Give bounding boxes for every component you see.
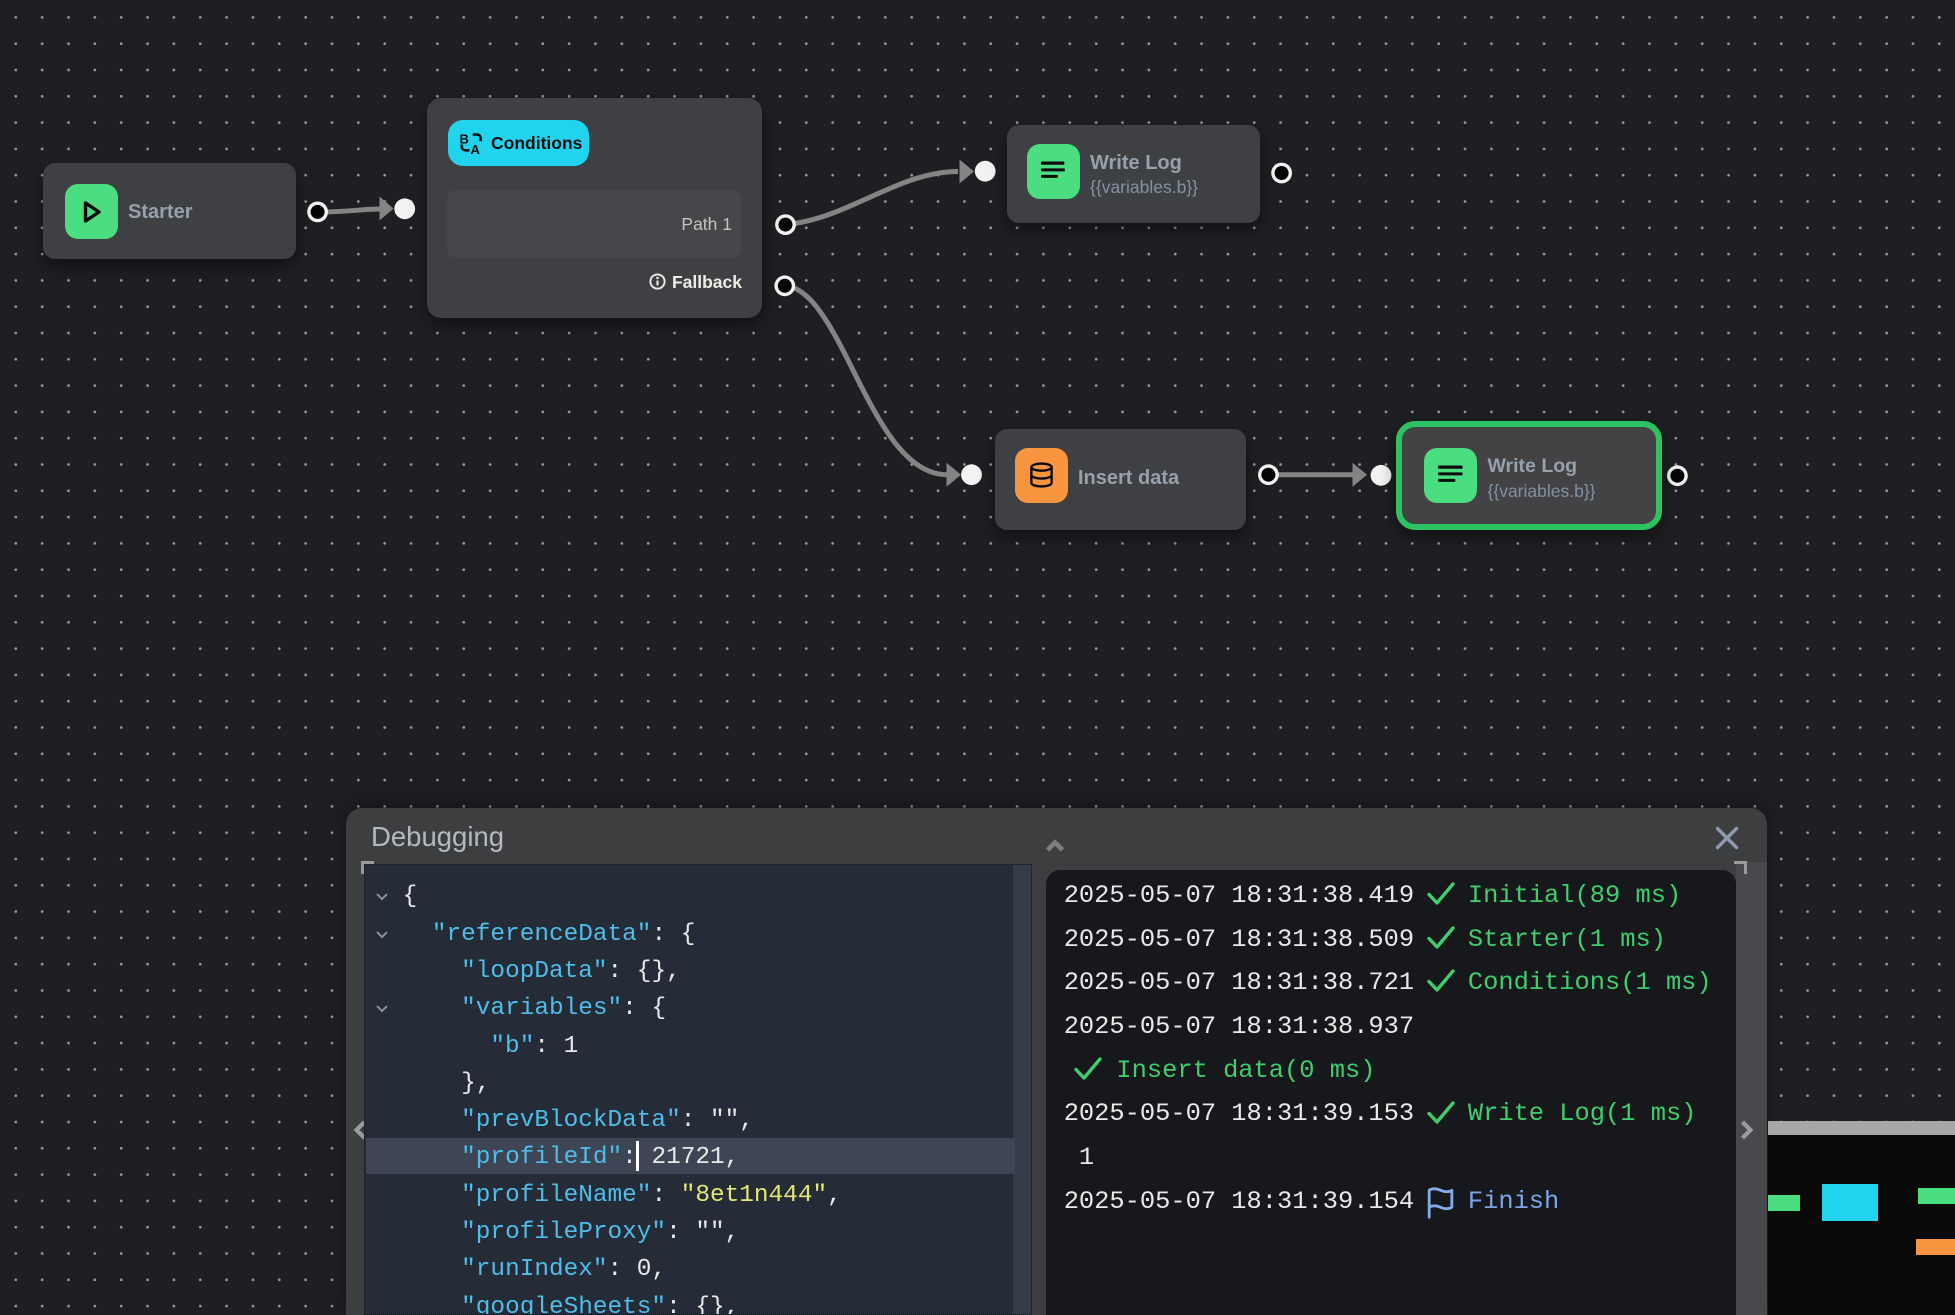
- svg-text:A: A: [470, 141, 480, 155]
- svg-text:B: B: [460, 131, 469, 146]
